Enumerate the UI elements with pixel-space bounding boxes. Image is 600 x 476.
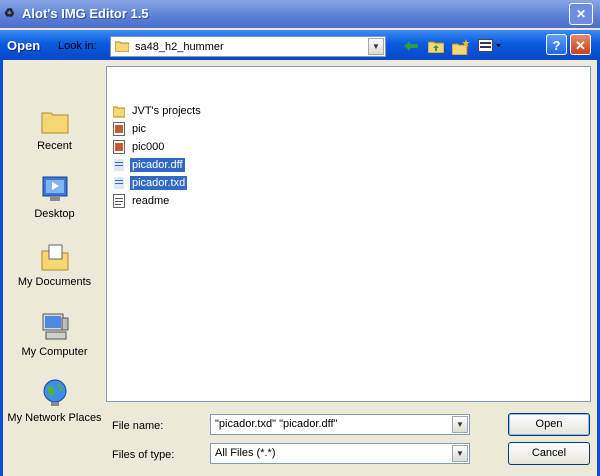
open-button[interactable]: Open: [508, 413, 590, 436]
place-desktop[interactable]: Desktop: [7, 174, 102, 221]
place-my-documents[interactable]: My Documents: [7, 242, 102, 289]
files-of-type-value: All Files (*.*): [215, 447, 276, 459]
folder-icon: [115, 41, 129, 52]
look-in-value: sa48_h2_hummer: [135, 41, 224, 53]
dialog-title: Open: [7, 38, 41, 53]
chevron-down-icon[interactable]: ▼: [452, 445, 468, 462]
recent-folder-icon: [41, 112, 68, 134]
image-file-icon: [113, 140, 125, 154]
files-of-type-dropdown[interactable]: All Files (*.*) ▼: [210, 443, 470, 464]
app-icon: ♻: [4, 6, 15, 20]
file-name-label: File name:: [112, 420, 164, 432]
place-my-network-places[interactable]: My Network Places: [7, 378, 102, 425]
new-folder-icon[interactable]: [451, 39, 470, 56]
cancel-button[interactable]: Cancel: [508, 442, 590, 465]
file-name-input[interactable]: "picador.txd" "picador.dff" ▼: [210, 414, 470, 435]
file-name-value: "picador.txd" "picador.dff": [215, 418, 338, 430]
views-menu-icon[interactable]: [477, 39, 503, 55]
app-close-button[interactable]: ✕: [569, 3, 593, 25]
files-of-type-label: Files of type:: [112, 449, 175, 461]
dialog-close-button[interactable]: ✕: [570, 34, 591, 55]
chevron-down-icon[interactable]: ▼: [452, 416, 468, 433]
file-list[interactable]: JVT's projects pic pic000 picador.dff pi…: [106, 66, 591, 402]
help-button[interactable]: ?: [546, 34, 567, 55]
file-icon: [113, 158, 125, 172]
look-in-dropdown[interactable]: sa48_h2_hummer ▼: [110, 36, 386, 57]
back-arrow-icon[interactable]: [402, 39, 420, 55]
place-my-computer[interactable]: My Computer: [7, 312, 102, 359]
places-bar: Recent Desktop My Documents My Computer: [7, 66, 102, 442]
place-recent[interactable]: Recent: [7, 106, 102, 153]
image-file-icon: [113, 122, 125, 136]
up-folder-icon[interactable]: [427, 39, 445, 55]
my-computer-icon: [42, 313, 68, 340]
my-documents-icon: [41, 244, 68, 271]
folder-icon: [113, 106, 125, 118]
app-title: Alot's IMG Editor 1.5: [22, 6, 149, 21]
network-globe-icon: [43, 379, 66, 406]
app-titlebar: ♻ Alot's IMG Editor 1.5 ✕: [0, 0, 600, 28]
look-in-label: Look in:: [58, 40, 97, 52]
text-file-icon: [113, 194, 125, 208]
file-icon: [113, 176, 125, 190]
desktop-icon: [42, 176, 67, 201]
chevron-down-icon[interactable]: ▼: [368, 38, 384, 55]
